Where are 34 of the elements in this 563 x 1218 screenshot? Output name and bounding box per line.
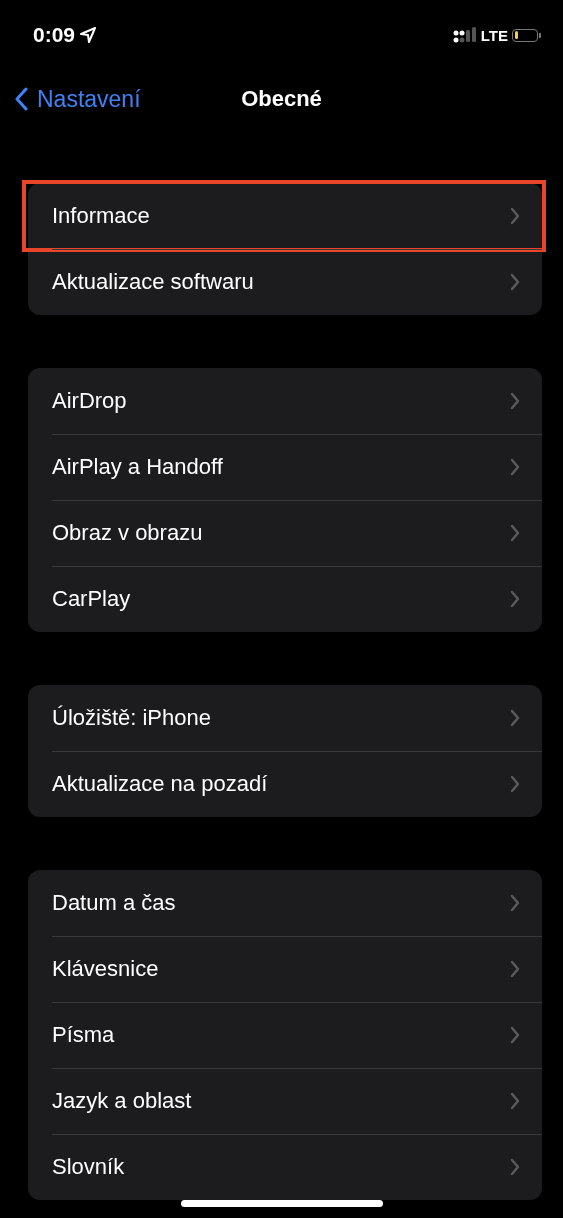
chevron-icon (510, 590, 520, 608)
settings-row[interactable]: Aktualizace na pozadí (28, 751, 542, 817)
settings-row[interactable]: AirDrop (28, 368, 542, 434)
settings-row[interactable]: Datum a čas (28, 870, 542, 936)
settings-row[interactable]: CarPlay (28, 566, 542, 632)
chevron-icon (510, 1026, 520, 1044)
settings-row[interactable]: Úložiště: iPhone (28, 685, 542, 751)
settings-row[interactable]: Slovník (28, 1134, 542, 1200)
chevron-icon (510, 273, 520, 291)
settings-row[interactable]: AirPlay a Handoff (28, 434, 542, 500)
chevron-icon (510, 392, 520, 410)
signal-icon (452, 27, 477, 43)
battery-icon (512, 28, 538, 42)
settings-row[interactable]: Klávesnice (28, 936, 542, 1002)
back-chevron-icon (14, 87, 28, 111)
chevron-icon (510, 458, 520, 476)
chevron-icon (510, 1092, 520, 1110)
chevron-icon (510, 524, 520, 542)
screen-title: Obecné (241, 86, 322, 112)
location-arrow-icon (79, 26, 98, 44)
settings-row[interactable]: Aktualizace softwaru (28, 249, 542, 315)
chevron-icon (510, 1158, 520, 1176)
chevron-icon (510, 775, 520, 793)
chevron-icon (510, 960, 520, 978)
settings-row[interactable]: Obraz v obrazu (28, 500, 542, 566)
settings-row[interactable]: Informace (25, 183, 543, 249)
settings-row[interactable]: Jazyk a oblast (28, 1068, 542, 1134)
chevron-icon (510, 709, 520, 727)
network-label: LTE (480, 26, 508, 44)
chevron-icon (510, 207, 520, 225)
status-time: 0:09 (33, 23, 76, 47)
chevron-icon (510, 894, 520, 912)
back-button[interactable]: Nastavení (14, 85, 141, 113)
settings-row[interactable]: Písma (28, 1002, 542, 1068)
